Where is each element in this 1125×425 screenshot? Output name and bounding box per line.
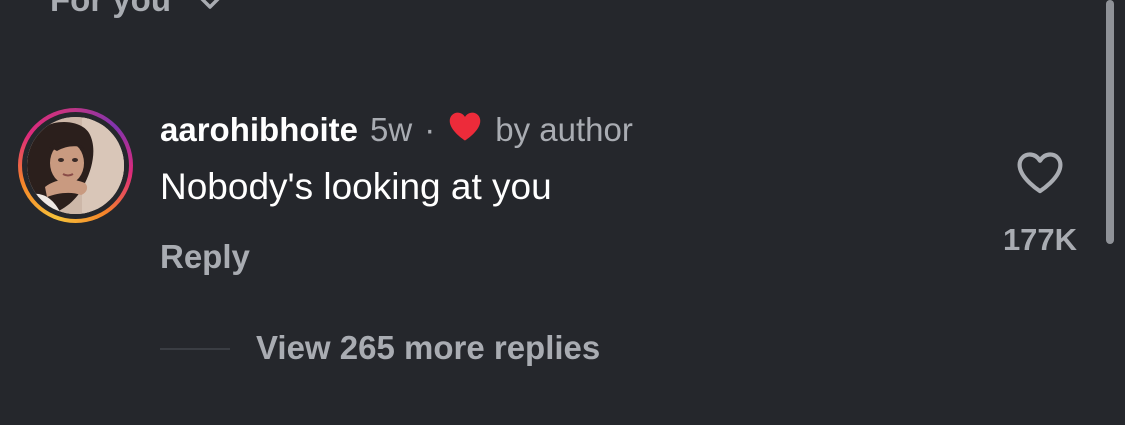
sort-dropdown[interactable]: For you (50, 0, 227, 22)
scrollbar[interactable] (1106, 0, 1114, 244)
red-heart-icon (447, 110, 483, 150)
reply-button[interactable]: Reply (160, 238, 250, 276)
separator-dot: · (424, 111, 436, 148)
like-button[interactable] (1014, 148, 1066, 200)
liked-by-author-label: by author (495, 111, 633, 148)
avatar-photo (27, 117, 124, 214)
sort-label: For you (50, 0, 171, 19)
like-count: 177K (1002, 222, 1078, 257)
view-more-replies-button[interactable]: View 265 more replies (256, 329, 600, 367)
replies-divider (160, 348, 230, 350)
comment-header: aarohibhoite 5w · by author (160, 108, 633, 152)
comment-timestamp: 5w (370, 111, 413, 148)
heart-outline-icon (1015, 149, 1065, 200)
like-section: 177K (990, 148, 1090, 258)
avatar[interactable] (18, 108, 133, 223)
comment-username[interactable]: aarohibhoite (160, 111, 358, 149)
comment-text: Nobody's looking at you (160, 166, 552, 207)
chevron-down-icon (193, 0, 227, 10)
